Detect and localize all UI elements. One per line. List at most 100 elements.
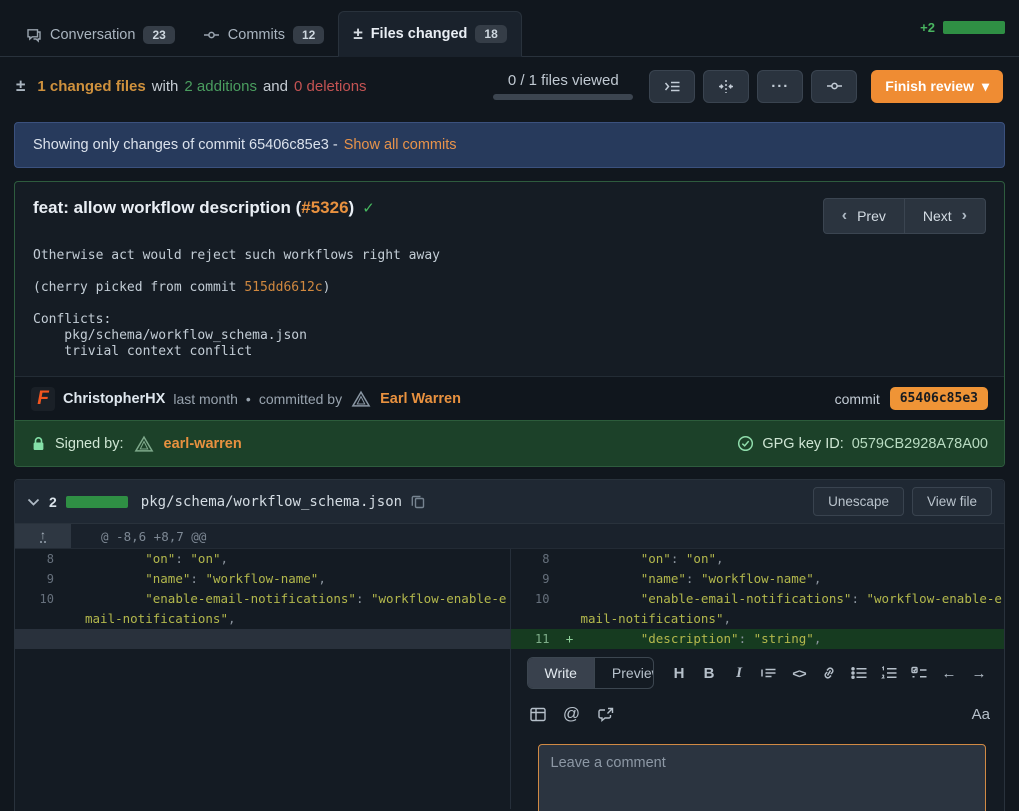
diff-marker <box>559 589 581 629</box>
tab-files-changed[interactable]: ± Files changed 18 <box>338 11 521 57</box>
bullet-list-icon[interactable] <box>848 661 870 685</box>
commits-count-badge: 12 <box>293 26 324 44</box>
indent-icon[interactable]: → <box>968 661 990 685</box>
finish-review-label: Finish review <box>885 78 974 94</box>
diff-row: 11+ "description": "string", <box>15 629 1004 649</box>
line-number[interactable]: 10 <box>511 589 559 629</box>
signer-link[interactable]: earl-warren <box>164 436 242 452</box>
diff-cell-right[interactable]: 9 "name": "workflow-name", <box>510 569 1005 589</box>
diff-icon: ± <box>353 24 362 44</box>
split-view-icon <box>718 79 734 94</box>
diff-icon: ± <box>16 76 25 96</box>
unfold-list-icon <box>664 79 681 94</box>
verified-badge-icon <box>737 435 754 452</box>
author-avatar[interactable]: F <box>31 387 55 411</box>
line-number[interactable]: 9 <box>511 569 559 589</box>
review-commit-button[interactable] <box>811 70 857 103</box>
unescape-button[interactable]: Unescape <box>813 487 904 516</box>
write-tab[interactable]: Write <box>528 658 594 688</box>
quote-icon[interactable] <box>758 661 780 685</box>
table-icon[interactable] <box>527 702 549 726</box>
ordered-list-icon[interactable] <box>878 661 900 685</box>
diff-hunk-row: ↑ @ -8,6 +8,7 @@ <box>15 524 1004 549</box>
diff-cell-left[interactable]: 9 "name": "workflow-name", <box>15 569 510 589</box>
collapse-file-icon[interactable] <box>27 497 40 507</box>
committer-link[interactable]: Earl Warren <box>380 391 461 407</box>
summary-with: with <box>152 78 179 95</box>
gpg-key-value: 0579CB2928A78A00 <box>852 436 988 452</box>
pr-tab-bar: Conversation 23 Commits 12 ± Files chang… <box>0 0 1019 57</box>
reference-icon[interactable] <box>595 702 617 726</box>
code-icon[interactable]: <> <box>788 661 810 685</box>
file-diff-box: 2 pkg/schema/workflow_schema.json Unesca… <box>14 479 1005 811</box>
conversation-icon <box>26 27 42 43</box>
preview-tab[interactable]: Preview <box>594 658 654 688</box>
line-number[interactable]: 9 <box>15 569 63 589</box>
mention-icon[interactable]: @ <box>561 702 583 726</box>
diff-cell-left[interactable]: 10 "enable-email-notifications": "workfl… <box>15 589 510 629</box>
outdent-icon[interactable]: ← <box>938 661 960 685</box>
diff-stat-bar <box>943 21 1005 34</box>
issue-link[interactable]: #5326 <box>301 198 348 217</box>
split-view-toggle-button[interactable] <box>703 70 749 103</box>
line-number[interactable]: 8 <box>511 549 559 569</box>
diff-cell-left[interactable] <box>15 629 510 649</box>
show-all-commits-link[interactable]: Show all commits <box>344 137 457 153</box>
author-link[interactable]: ChristopherHX <box>63 391 165 407</box>
committer-avatar[interactable] <box>350 388 372 410</box>
files-viewed-label: 0 / 1 files viewed <box>508 72 619 89</box>
tab-commits-label: Commits <box>228 27 285 43</box>
commit-message-line: (cherry picked from commit 515dd6612c) <box>33 280 986 296</box>
diff-summary-text: ± 1 changed files with 2 additions and 0… <box>16 76 367 96</box>
diff-cell-right[interactable]: 8 "on": "on", <box>510 549 1005 569</box>
file-diff-header: 2 pkg/schema/workflow_schema.json Unesca… <box>15 480 1004 524</box>
commit-message-line: Otherwise act would reject such workflow… <box>33 248 986 264</box>
code-line: "enable-email-notifications": "workflow-… <box>581 589 1005 629</box>
task-list-icon[interactable] <box>908 661 930 685</box>
tab-conversation[interactable]: Conversation 23 <box>12 14 189 56</box>
next-commit-button[interactable]: Next › <box>904 198 986 234</box>
font-size-icon[interactable]: Aa <box>972 706 990 723</box>
code-line: "description": "string", <box>581 629 1005 649</box>
commit-message-line <box>33 296 986 312</box>
diff-marker <box>559 569 581 589</box>
italic-icon[interactable]: I <box>728 661 750 685</box>
code-line: "enable-email-notifications": "workflow-… <box>85 589 510 629</box>
comment-input[interactable] <box>538 744 986 811</box>
link-icon[interactable] <box>818 661 840 685</box>
commit-message-line <box>33 264 986 280</box>
commits-icon <box>203 27 220 43</box>
diff-marker <box>63 549 85 569</box>
expand-hunk-button[interactable]: ↑ <box>15 524 71 548</box>
signer-avatar[interactable] <box>133 433 155 455</box>
line-number[interactable]: 11 <box>511 629 559 649</box>
files-viewed-bar <box>493 94 633 100</box>
tab-commits[interactable]: Commits 12 <box>189 14 339 56</box>
diff-options-button[interactable]: ··· <box>757 70 803 103</box>
file-name-link[interactable]: pkg/schema/workflow_schema.json <box>141 494 402 510</box>
check-icon: ✓ <box>362 200 375 217</box>
finish-review-button[interactable]: Finish review ▾ <box>871 70 1003 103</box>
commit-hash-badge[interactable]: 65406c85e3 <box>890 387 988 410</box>
commit-title-close: ) <box>349 198 355 217</box>
write-preview-switch: Write Preview <box>527 657 655 689</box>
code-line <box>85 629 510 649</box>
line-number[interactable]: 8 <box>15 549 63 569</box>
diff-marker: + <box>559 629 581 649</box>
heading-icon[interactable]: H <box>668 661 690 685</box>
line-number[interactable]: 10 <box>15 589 63 629</box>
view-file-button[interactable]: View file <box>912 487 992 516</box>
diff-rows: 8 "on": "on",8 "on": "on",9 "name": "wor… <box>15 549 1004 649</box>
prev-commit-button[interactable]: ‹ Prev <box>823 198 905 234</box>
pr-diff-stat: +2 <box>920 20 1005 35</box>
diff-marker <box>63 569 85 589</box>
commit-message: Otherwise act would reject such workflow… <box>33 248 986 360</box>
committed-by-label: committed by <box>259 391 342 407</box>
bold-icon[interactable]: B <box>698 661 720 685</box>
diff-cell-left[interactable]: 8 "on": "on", <box>15 549 510 569</box>
line-number[interactable] <box>15 629 63 649</box>
copy-path-icon[interactable] <box>411 494 425 509</box>
diff-cell-right[interactable]: 10 "enable-email-notifications": "workfl… <box>510 589 1005 629</box>
file-tree-toggle-button[interactable] <box>649 70 695 103</box>
diff-cell-right[interactable]: 11+ "description": "string", <box>510 629 1005 649</box>
